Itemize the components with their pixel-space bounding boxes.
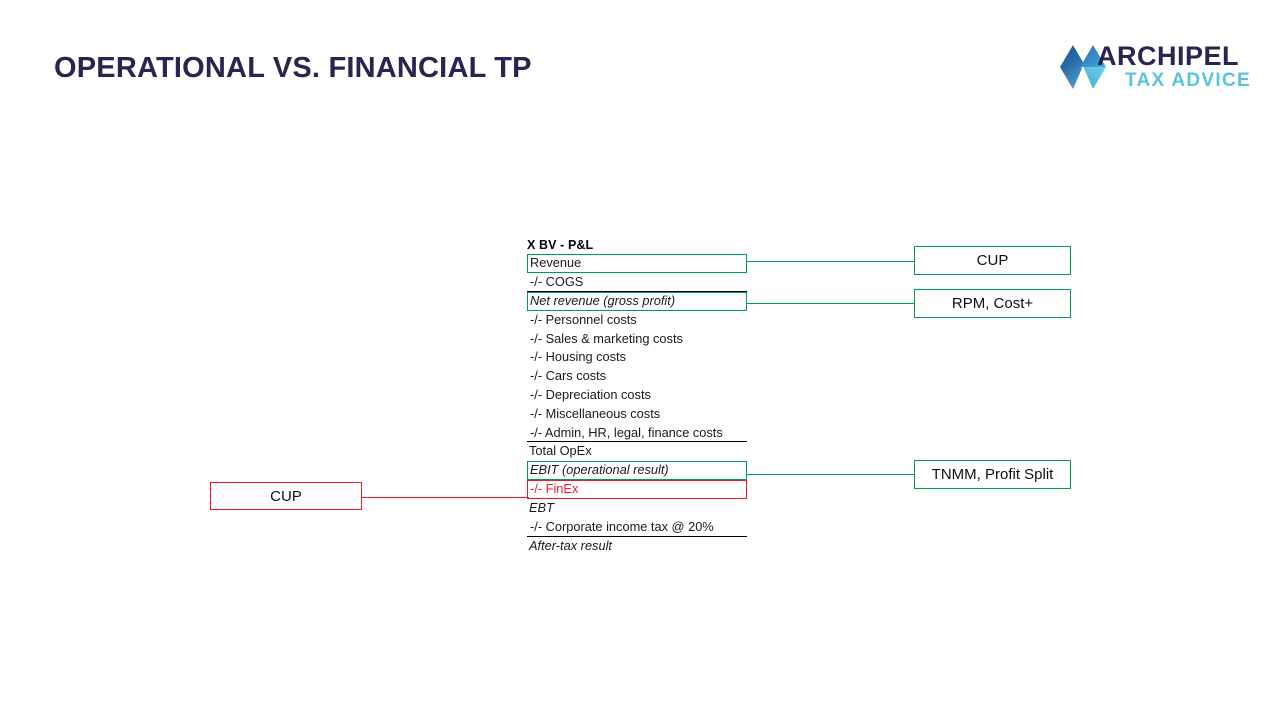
pl-row-sales-marketing-costs: -/- Sales & marketing costs [527,330,747,349]
method-box-tnmm-profitsplit: TNMM, Profit Split [914,460,1071,489]
pl-row-miscellaneous-costs: -/- Miscellaneous costs [527,405,747,424]
pl-statement-header: X BV - P&L [527,238,594,252]
pl-row-cogs: -/- COGS [527,273,747,292]
method-box-label: TNMM, Profit Split [931,466,1054,483]
pl-row-after-tax-result: After-tax result [527,537,747,556]
method-box-rpm-costplus: RPM, Cost+ [914,289,1071,318]
pl-row-net-revenue: Net revenue (gross profit) [527,291,747,311]
pl-row-label: Revenue [530,255,582,270]
page-title: OPERATIONAL VS. FINANCIAL TP [54,52,532,84]
pl-row-ebit: EBIT (operational result) [527,461,747,481]
pl-row-revenue: Revenue [527,254,747,273]
method-box-label: CUP [270,487,302,505]
method-box-cup-revenue: CUP [914,246,1071,275]
pl-statement: X BV - P&L Revenue -/- COGS Net revenue … [527,237,747,556]
pl-row-finex: -/- FinEx [527,480,747,500]
pl-row-admin-hr-legal-finance-costs: -/- Admin, HR, legal, finance costs [527,424,747,443]
pl-row-label: -/- Cars costs [530,368,607,384]
logo-name: ARCHIPEL [1097,41,1240,71]
method-box-cup-finex: CUP [210,482,362,510]
connector-netrevenue-to-rpm [746,303,915,304]
pl-row-personnel-costs: -/- Personnel costs [527,311,747,330]
connector-cup-to-finex [361,497,529,498]
pl-row-label: -/- Housing costs [530,349,627,365]
pl-row-label: Total OpEx [529,443,592,459]
pl-row-label: After-tax result [529,537,612,553]
pl-row-label: -/- Corporate income tax @ 20% [530,518,714,534]
pl-row-label: -/- Miscellaneous costs [530,405,661,421]
pl-row-corporate-income-tax: -/- Corporate income tax @ 20% [527,518,747,537]
pl-row-label: -/- Admin, HR, legal, finance costs [530,424,723,440]
pl-row-ebt: EBT [527,499,747,518]
pl-row-label: -/- Depreciation costs [530,386,651,402]
pl-row-label: -/- FinEx [530,481,579,497]
pl-row-label: -/- Personnel costs [530,311,637,327]
pl-row-label: Net revenue (gross profit) [530,292,676,308]
method-box-label: CUP [976,252,1009,269]
pl-row-cars-costs: -/- Cars costs [527,367,747,386]
connector-ebit-to-tnmm [746,474,915,475]
pl-row-label: -/- Sales & marketing costs [530,330,683,346]
method-box-label: RPM, Cost+ [951,295,1034,312]
pl-row-label: -/- COGS [530,274,584,289]
logo-tagline: TAX ADVICE [1125,70,1251,91]
pl-row-total-opex: Total OpEx [527,442,747,461]
pl-row-label: EBIT (operational result) [530,462,669,478]
archipel-logo: ARCHIPEL TAX ADVICE [1057,38,1250,96]
pl-row-label: EBT [529,500,554,516]
connector-revenue-to-cup [746,261,915,262]
pl-row-housing-costs: -/- Housing costs [527,348,747,367]
pl-row-depreciation-costs: -/- Depreciation costs [527,386,747,405]
